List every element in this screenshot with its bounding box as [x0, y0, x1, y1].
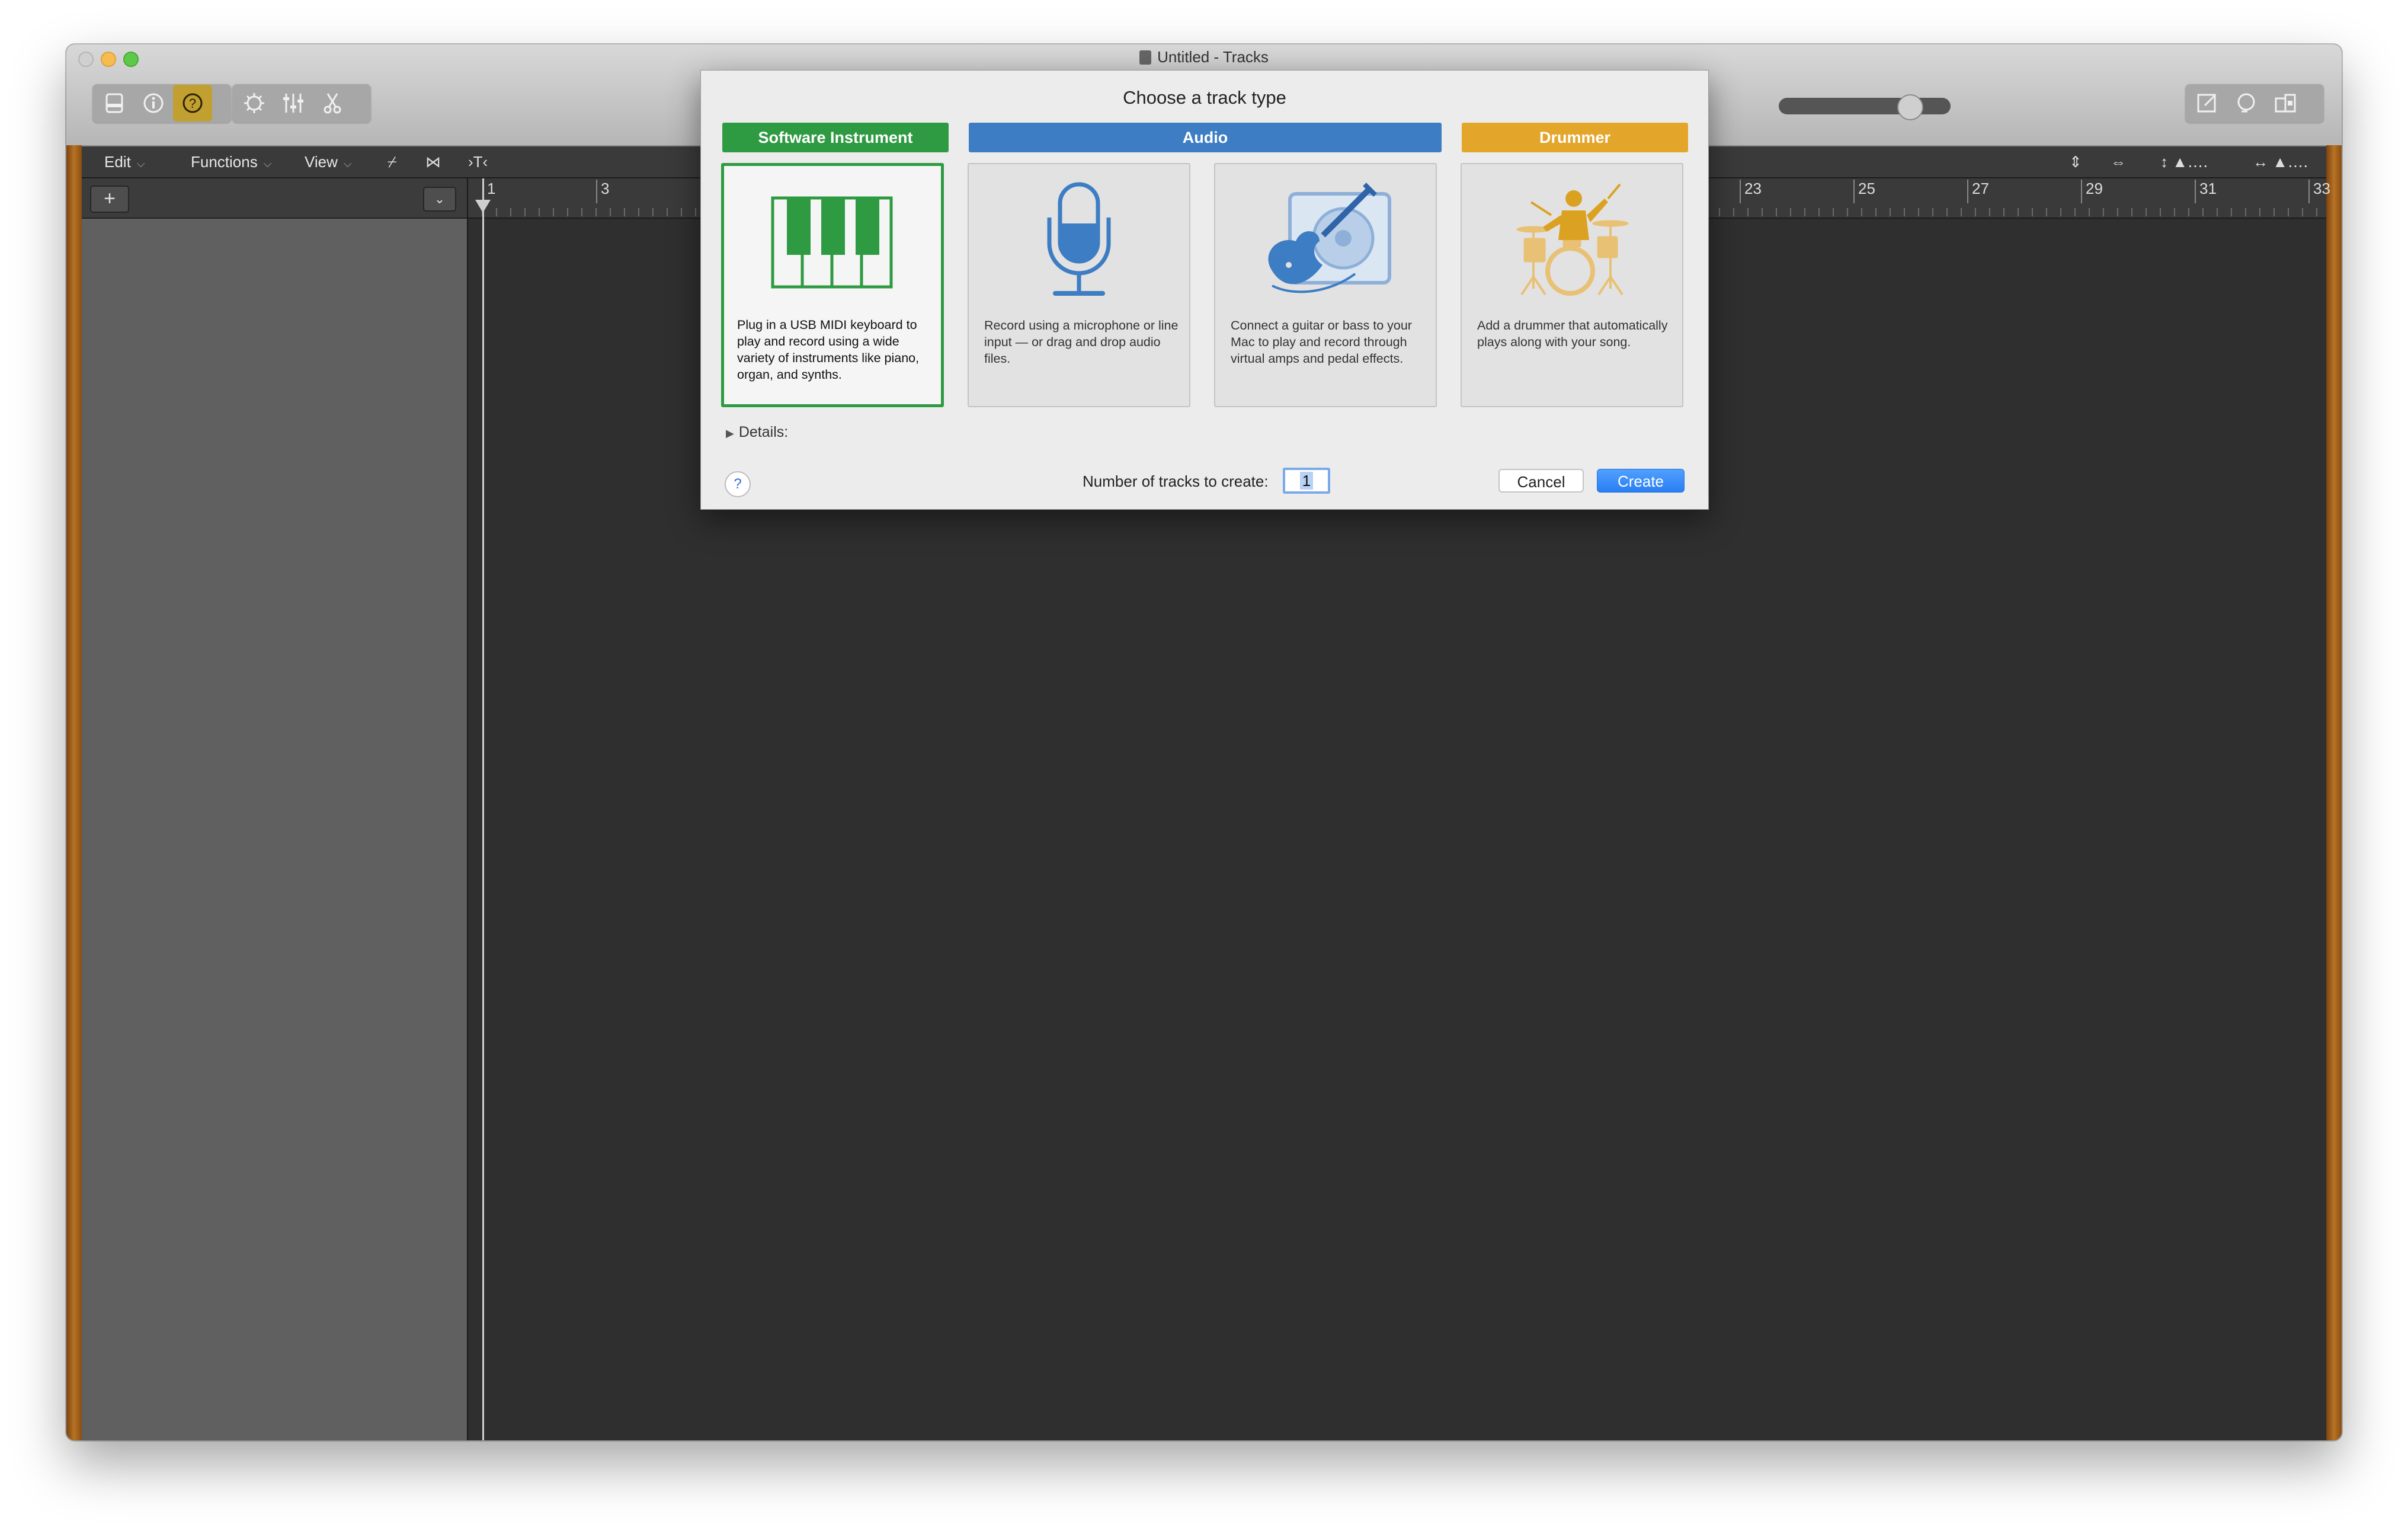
track-list-header: + ⌄	[82, 178, 467, 219]
chevron-down-icon: ⌵	[136, 158, 145, 170]
card-description: Add a drummer that automatically plays a…	[1477, 318, 1668, 349]
horizontal-zoom-icon: ↔ ▲‥‥	[2253, 153, 2308, 171]
bar-number: 23	[1740, 180, 1762, 203]
automation-button[interactable]: ⌿	[388, 151, 397, 172]
vertical-zoom-icon: ↕ ▲‥‥	[2160, 153, 2208, 171]
window-title: Untitled - Tracks	[66, 48, 2342, 66]
wood-panel-right	[2326, 145, 2342, 1440]
dialog-title: Choose a track type	[1123, 87, 1286, 108]
details-label: Details:	[738, 424, 789, 440]
loop-browser-button[interactable]	[2227, 85, 2266, 122]
smart-controls-icon	[244, 93, 264, 113]
master-volume-track[interactable]	[1779, 98, 1951, 114]
track-header-area: + ⌄	[82, 178, 468, 1440]
global-tracks-button[interactable]: ⌄	[423, 187, 456, 212]
view-menu-label: View	[305, 153, 338, 171]
bar-number: 29	[2081, 180, 2103, 203]
notepad-icon	[2197, 94, 2217, 113]
browsers-button[interactable]	[2266, 85, 2305, 122]
piano-keyboard-icon	[771, 196, 893, 289]
toolbar-view-group: ?	[92, 84, 231, 123]
card-description: Plug in a USB MIDI keyboard to play and …	[737, 318, 920, 382]
bar-number: 27	[1967, 180, 1989, 203]
track-count-value: 1	[1299, 472, 1314, 490]
notepad-button[interactable]	[2188, 85, 2227, 122]
catch-icon: ›T‹	[468, 153, 488, 171]
cancel-button[interactable]: Cancel	[1498, 469, 1584, 493]
audio-guitar-card[interactable]: Connect a guitar or bass to your Mac to …	[1214, 163, 1437, 407]
inspector-button[interactable]	[134, 85, 173, 122]
flex-button[interactable]: ⋈	[425, 151, 441, 172]
category-software-instrument[interactable]: Software Instrument	[722, 123, 949, 152]
mixer-button[interactable]	[274, 85, 313, 122]
category-drummer[interactable]: Drummer	[1462, 123, 1688, 152]
drummer-card[interactable]: Add a drummer that automatically plays a…	[1461, 163, 1683, 407]
library-icon	[105, 93, 123, 113]
smart-controls-button[interactable]	[235, 85, 274, 122]
functions-menu[interactable]: Functions ⌵	[191, 146, 271, 177]
quick-help-button[interactable]: ?	[173, 85, 212, 122]
guitar-amp-icon	[1268, 183, 1391, 293]
playhead[interactable]	[482, 178, 484, 1440]
fit-horizontal-button[interactable]: ⇔	[2111, 151, 2126, 172]
bar-number: 25	[1853, 180, 1875, 203]
toolbar-right-group	[2185, 84, 2324, 123]
horizontal-zoom-slider[interactable]: ↔ ▲‥‥	[2253, 151, 2308, 172]
bar-number: 33	[2308, 180, 2330, 203]
automation-icon: ⌿	[388, 153, 397, 171]
drummer-icon	[1516, 183, 1629, 296]
fit-horizontal-icon: ⇔	[2111, 153, 2126, 171]
new-track-dialog: Choose a track type Software Instrument …	[700, 70, 1709, 510]
track-count-input[interactable]: 1	[1283, 468, 1330, 494]
microphone-icon	[1047, 182, 1111, 296]
fit-vertical-icon: ⇕	[2069, 153, 2082, 171]
toolbar-tools-group	[232, 84, 371, 123]
wood-panel-left	[66, 145, 82, 1440]
functions-menu-label: Functions	[191, 153, 258, 171]
card-description: Connect a guitar or bass to your Mac to …	[1231, 318, 1412, 366]
scissors-icon	[324, 93, 341, 114]
audio-microphone-card[interactable]: Record using a microphone or line input …	[968, 163, 1190, 407]
global-tracks-icon: ⌄	[434, 191, 446, 206]
catch-button[interactable]: ›T‹	[468, 151, 488, 172]
editors-button[interactable]	[313, 85, 352, 122]
chevron-down-icon: ⌵	[263, 158, 272, 170]
create-button[interactable]: Create	[1597, 469, 1685, 493]
bar-number: 3	[596, 180, 609, 203]
edit-menu-label: Edit	[104, 153, 131, 171]
flex-icon: ⋈	[425, 153, 441, 171]
help-icon: ?	[182, 93, 203, 113]
bar-number: 31	[2195, 180, 2217, 203]
disclosure-triangle-icon: ▶	[726, 427, 734, 439]
browser-icon	[2275, 94, 2296, 113]
chevron-down-icon: ⌵	[343, 158, 352, 170]
fit-vertical-button[interactable]: ⇕	[2069, 151, 2082, 172]
info-icon	[143, 93, 164, 113]
plus-icon: +	[104, 187, 116, 210]
vertical-zoom-slider[interactable]: ↕ ▲‥‥	[2160, 151, 2208, 172]
details-disclosure[interactable]: ▶ Details:	[726, 424, 788, 441]
playhead-handle[interactable]	[475, 200, 491, 213]
mixer-icon	[283, 94, 303, 113]
help-button[interactable]: ?	[725, 471, 751, 497]
edit-menu[interactable]: Edit ⌵	[104, 146, 145, 177]
card-description: Record using a microphone or line input …	[984, 318, 1179, 366]
master-volume-knob[interactable]	[1897, 94, 1923, 120]
add-track-button[interactable]: +	[90, 186, 129, 213]
software-instrument-card[interactable]: Plug in a USB MIDI keyboard to play and …	[721, 163, 944, 407]
window-title-text: Untitled - Tracks	[1157, 48, 1269, 66]
view-menu[interactable]: View ⌵	[305, 146, 352, 177]
svg-text:?: ?	[189, 96, 196, 111]
category-audio[interactable]: Audio	[969, 123, 1442, 152]
loops-icon	[2237, 93, 2255, 113]
document-icon	[1139, 50, 1152, 65]
track-count-label: Number of tracks to create:	[1083, 472, 1269, 490]
library-button[interactable]	[95, 85, 134, 122]
